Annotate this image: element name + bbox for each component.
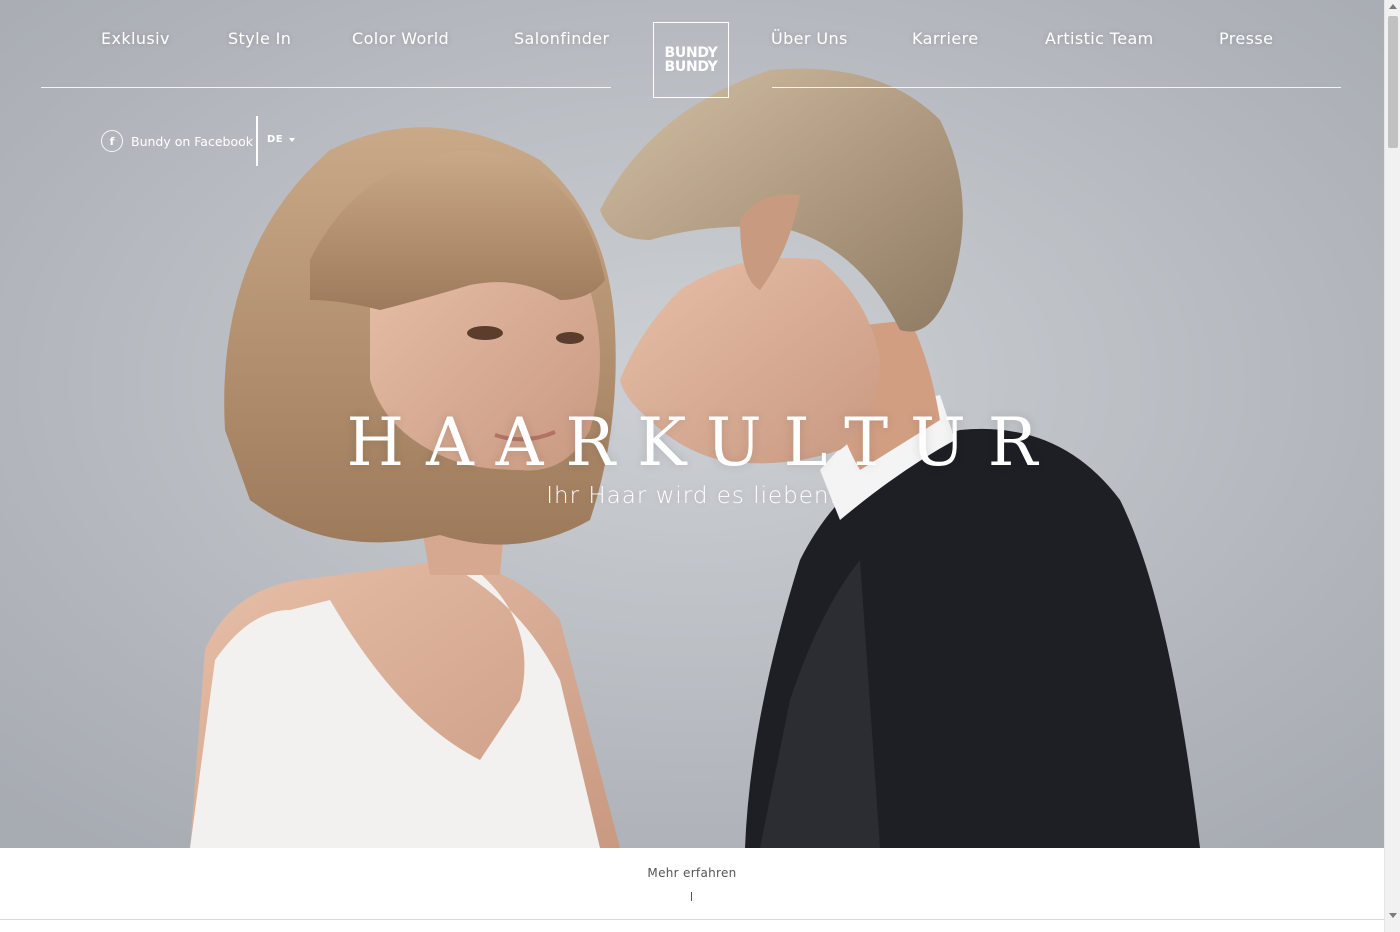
facebook-label: Bundy on Facebook: [131, 133, 254, 149]
scroll-up-icon[interactable]: [1389, 4, 1397, 9]
scroll-indicator-icon: [691, 892, 692, 901]
header-separator: [256, 116, 258, 166]
language-current: DE: [267, 134, 284, 145]
nav-divider-left: [41, 87, 611, 88]
logo[interactable]: BUNDY BUNDY: [653, 22, 729, 98]
nav-ueber-uns[interactable]: Über Uns: [771, 29, 848, 48]
nav-divider-right: [772, 87, 1341, 88]
facebook-icon: f: [101, 130, 123, 152]
logo-text-secondary: BUNDY: [664, 59, 718, 75]
hero-headline: HAARKULTUR: [346, 404, 1060, 481]
more-link[interactable]: Mehr erfahren: [0, 866, 1384, 880]
scroll-down-icon[interactable]: [1389, 913, 1397, 918]
nav-presse[interactable]: Presse: [1219, 29, 1273, 48]
nav-exklusiv[interactable]: Exklusiv: [101, 29, 170, 48]
language-selector[interactable]: DE: [267, 134, 296, 145]
hero-tagline: Ihr Haar wird es lieben.: [546, 483, 838, 509]
page-scrollbar[interactable]: [1384, 0, 1400, 932]
nav-artistic-team[interactable]: Artistic Team: [1045, 29, 1154, 48]
divider: [0, 919, 1384, 920]
nav-karriere[interactable]: Karriere: [912, 29, 978, 48]
nav-color-world[interactable]: Color World: [352, 29, 449, 48]
nav-salonfinder[interactable]: Salonfinder: [514, 29, 610, 48]
caret-down-icon: [289, 137, 296, 142]
facebook-link[interactable]: f Bundy on Facebook: [101, 130, 253, 152]
nav-style-in[interactable]: Style In: [228, 29, 291, 48]
hero-section: Exklusiv Style In Color World Salonfinde…: [0, 0, 1384, 848]
logo-text: BUNDY: [664, 45, 718, 61]
scrollbar-thumb[interactable]: [1388, 16, 1398, 148]
